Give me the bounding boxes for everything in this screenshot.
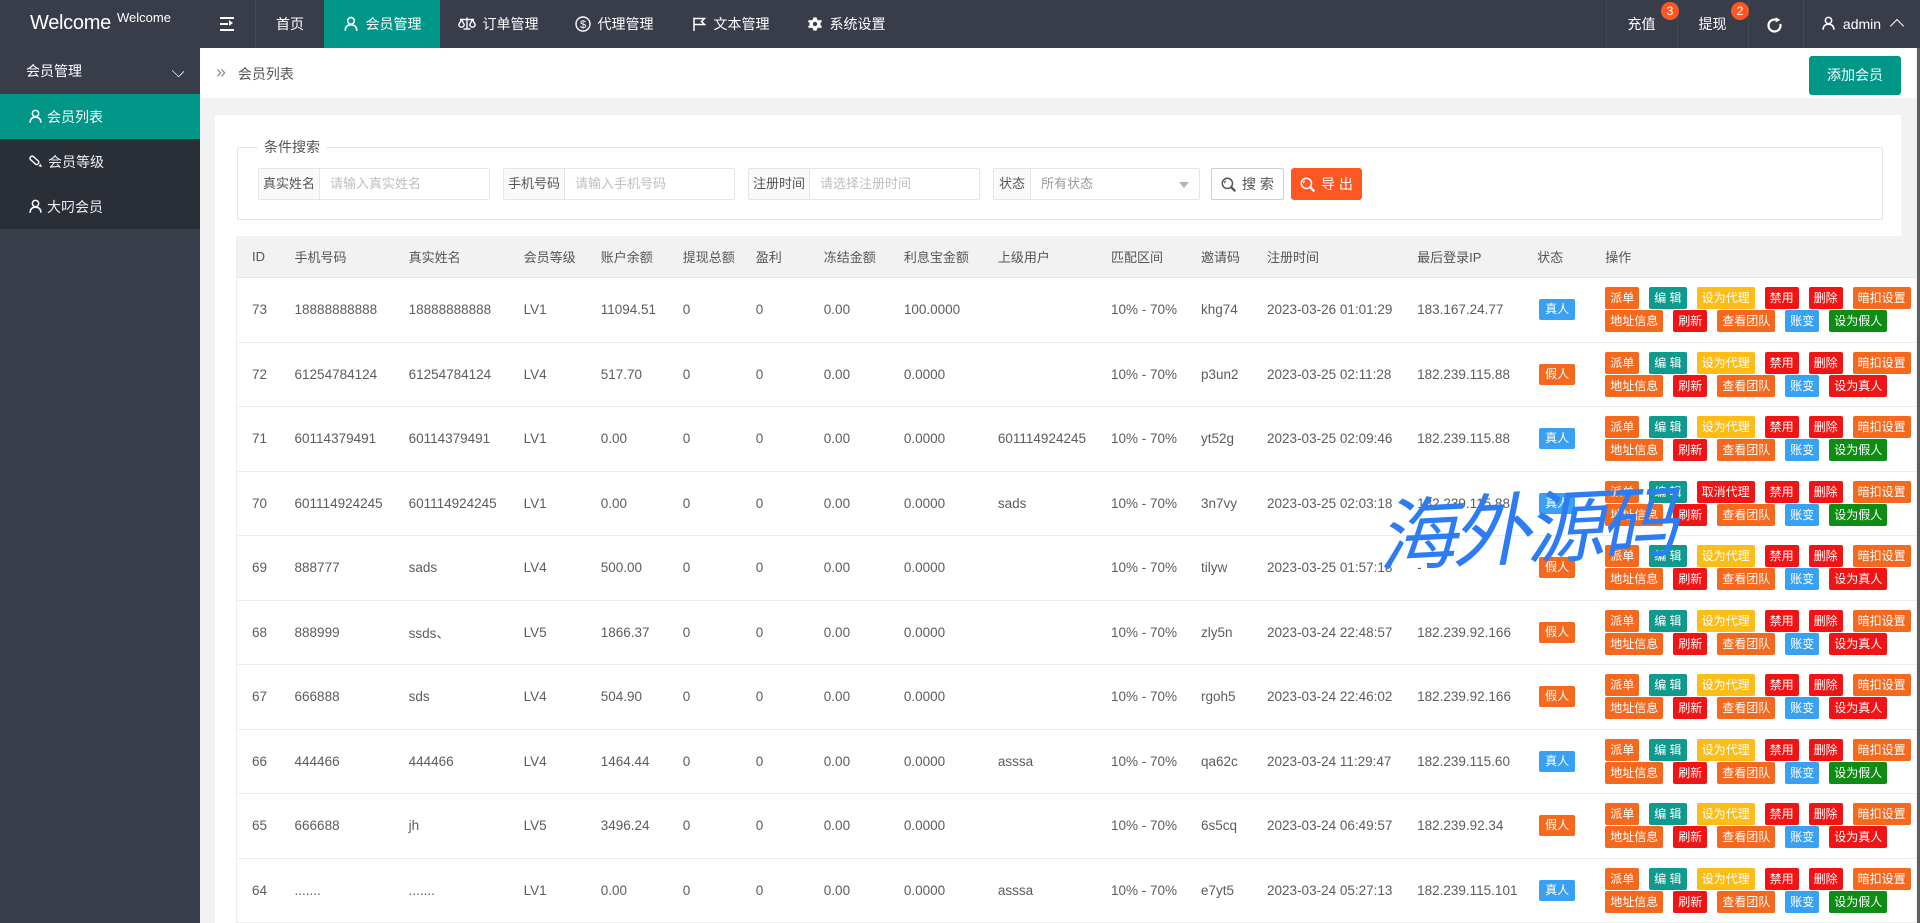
svg-text:$: $ [579, 19, 585, 31]
